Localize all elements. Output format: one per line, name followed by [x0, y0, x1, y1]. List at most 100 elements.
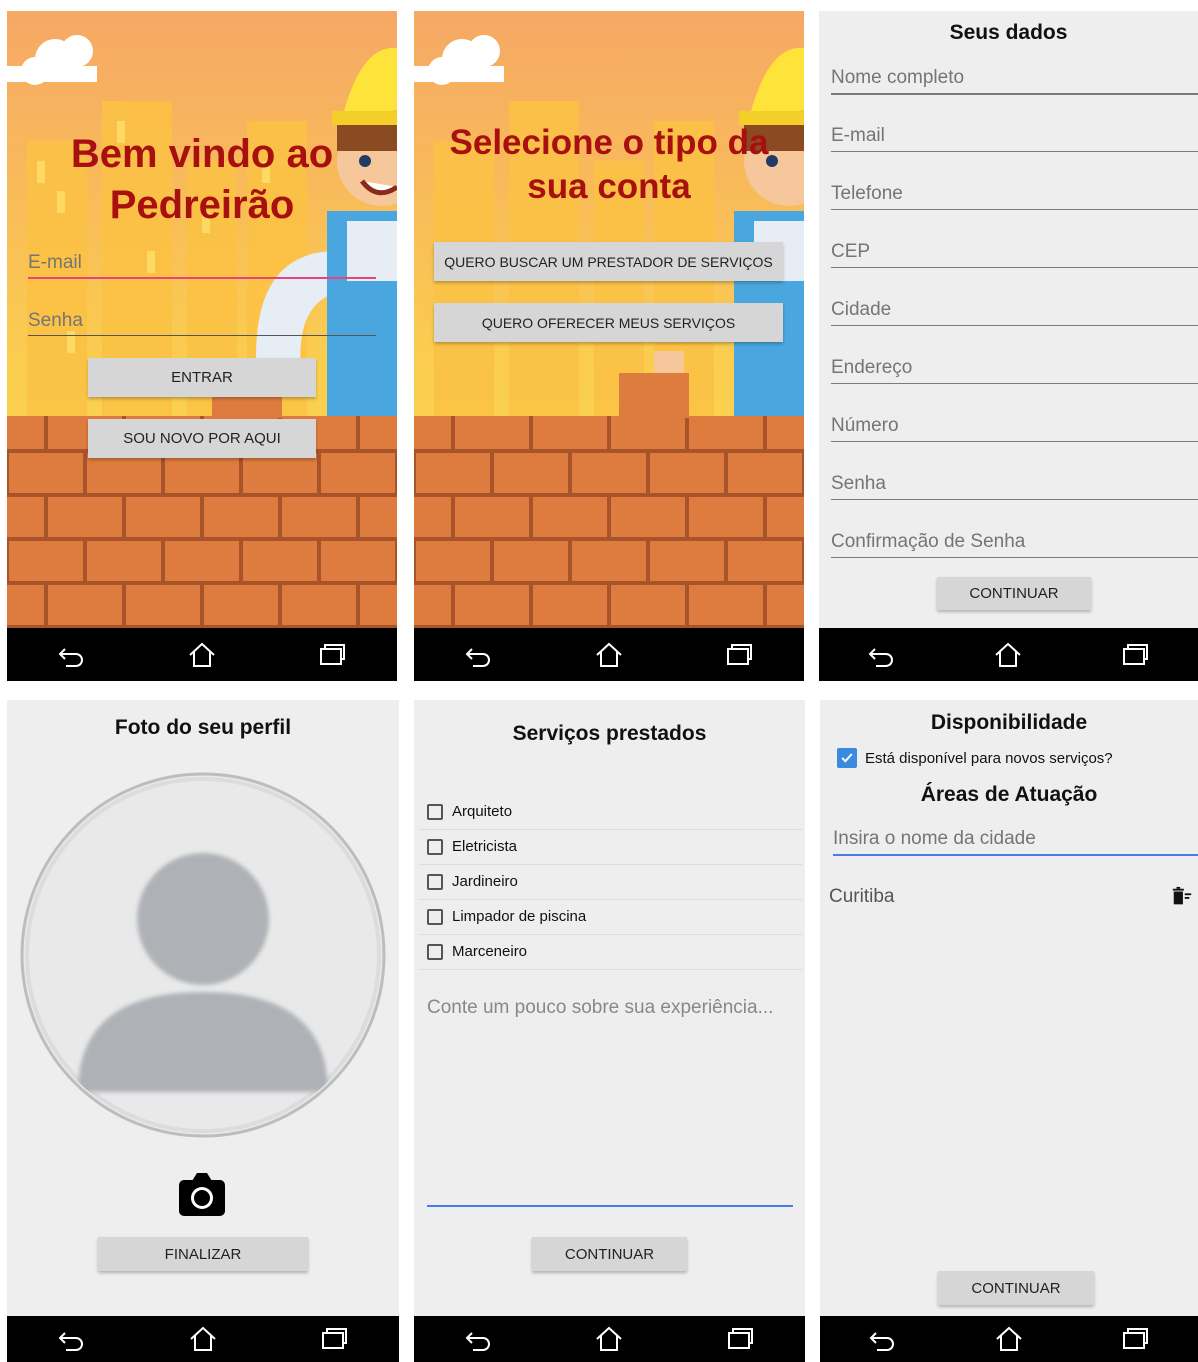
system-nav-bar — [820, 1316, 1198, 1362]
areas-title: Áreas de Atuação — [920, 783, 1098, 806]
nav-recents-button[interactable] — [314, 1319, 354, 1359]
email-field[interactable] — [28, 249, 376, 279]
city-underline — [831, 325, 1198, 326]
nav-home-button[interactable] — [182, 635, 222, 675]
email-input[interactable] — [831, 121, 1198, 151]
delete-city-button[interactable] — [1168, 883, 1196, 911]
service-option-pool-cleaner[interactable]: Limpador de piscina — [419, 899, 802, 935]
password-input[interactable] — [28, 307, 376, 335]
recents-icon — [1122, 643, 1148, 665]
city-name: Curitiba — [829, 886, 895, 907]
service-option-gardener[interactable]: Jardineiro — [419, 864, 802, 900]
service-option-architect[interactable]: Arquiteto — [419, 794, 802, 830]
password-field[interactable] — [831, 469, 1198, 500]
service-checkbox[interactable] — [427, 908, 443, 925]
city-search-input[interactable] — [833, 824, 1198, 854]
password-input[interactable] — [831, 469, 1198, 499]
availability-screen: Disponibilidade Está disponível para nov… — [820, 700, 1198, 1362]
password-confirm-input[interactable] — [831, 527, 1198, 557]
checkmark-icon — [841, 753, 853, 763]
city-search-underline — [833, 854, 1198, 856]
cep-field[interactable] — [831, 237, 1198, 268]
phone-input[interactable] — [831, 179, 1198, 209]
nav-recents-button[interactable] — [1115, 1319, 1155, 1359]
nav-back-button[interactable] — [52, 1319, 92, 1359]
nav-recents-button[interactable] — [719, 635, 759, 675]
nav-back-button[interactable] — [52, 635, 92, 675]
login-screen: Bem vindo ao Pedreirão ENTRAR SOU NOVO P… — [7, 11, 397, 681]
avatar-placeholder[interactable] — [20, 772, 386, 1138]
offer-services-button[interactable]: QUERO OFERECER MEUS SERVIÇOS — [434, 303, 783, 342]
new-user-button[interactable]: SOU NOVO POR AQUI — [88, 419, 316, 458]
account-type-screen: Selecione o tipo da sua conta QUERO BUSC… — [414, 11, 804, 681]
your-data-title: Seus dados — [949, 21, 1068, 44]
enter-button[interactable]: ENTRAR — [88, 358, 316, 397]
search-provider-button[interactable]: QUERO BUSCAR UM PRESTADOR DE SERVIÇOS — [434, 242, 783, 281]
continue-button[interactable]: CONTINUAR — [532, 1237, 687, 1271]
profile-photo-screen: Foto do seu perfil FINALIZAR — [7, 700, 399, 1362]
service-option-electrician[interactable]: Eletricista — [419, 829, 802, 865]
system-nav-bar — [7, 1316, 399, 1362]
system-nav-bar — [414, 1316, 805, 1362]
email-field[interactable] — [831, 121, 1198, 152]
service-label: Eletricista — [452, 838, 518, 855]
nav-recents-button[interactable] — [312, 635, 352, 675]
phone-field[interactable] — [831, 179, 1198, 210]
services-screen: Serviços prestados Arquiteto Eletricista… — [414, 700, 805, 1362]
email-underline — [831, 151, 1198, 152]
password-confirm-field[interactable] — [831, 527, 1198, 558]
address-field[interactable] — [831, 353, 1198, 384]
nav-recents-button[interactable] — [1115, 635, 1155, 675]
full-name-field[interactable] — [831, 63, 1198, 95]
experience-underline — [427, 1205, 793, 1207]
cep-input[interactable] — [831, 237, 1198, 267]
nav-home-button[interactable] — [183, 1319, 223, 1359]
city-search-field[interactable] — [833, 824, 1198, 856]
phone-underline — [831, 209, 1198, 210]
nav-back-button[interactable] — [862, 635, 902, 675]
password-underline — [28, 335, 376, 336]
welcome-title: Bem vindo ao Pedreirão — [7, 129, 397, 231]
nav-recents-button[interactable] — [720, 1319, 760, 1359]
nav-home-button[interactable] — [989, 1319, 1029, 1359]
available-checkbox[interactable] — [837, 748, 857, 768]
password-underline — [831, 499, 1198, 500]
nav-back-button[interactable] — [459, 1319, 499, 1359]
full-name-input[interactable] — [831, 63, 1198, 93]
back-arrow-icon — [869, 1332, 894, 1351]
continue-button[interactable]: CONTINUAR — [938, 1271, 1094, 1305]
service-checkbox[interactable] — [427, 803, 443, 820]
cep-underline — [831, 267, 1198, 268]
services-title: Serviços prestados — [512, 722, 707, 745]
continue-button[interactable]: CONTINUAR — [937, 577, 1091, 610]
service-checkbox[interactable] — [427, 873, 443, 890]
back-arrow-icon — [58, 647, 83, 667]
service-checkbox[interactable] — [427, 838, 443, 855]
finish-button[interactable]: FINALIZAR — [98, 1237, 308, 1271]
available-toggle[interactable]: Está disponível para novos serviços? — [837, 748, 1113, 768]
nav-back-button[interactable] — [459, 635, 499, 675]
service-option-carpenter[interactable]: Marceneiro — [419, 934, 802, 970]
service-checkbox[interactable] — [427, 943, 443, 960]
address-input[interactable] — [831, 353, 1198, 383]
number-input[interactable] — [831, 411, 1198, 441]
account-type-title-line1: Selecione o tipo da — [449, 123, 769, 162]
city-input[interactable] — [831, 295, 1198, 325]
nav-back-button[interactable] — [863, 1319, 903, 1359]
recents-icon — [321, 1328, 347, 1349]
welcome-title-line2: Pedreirão — [109, 183, 295, 227]
experience-textarea[interactable]: Conte um pouco sobre sua experiência... — [427, 997, 793, 1207]
password-field[interactable] — [28, 307, 376, 336]
camera-button[interactable] — [178, 1172, 226, 1218]
service-label: Limpador de piscina — [452, 908, 587, 925]
available-label: Está disponível para novos serviços? — [865, 749, 1113, 767]
nav-home-button[interactable] — [589, 635, 629, 675]
email-input[interactable] — [28, 249, 376, 277]
home-icon — [996, 1326, 1022, 1351]
number-field[interactable] — [831, 411, 1198, 442]
delete-list-icon — [1172, 886, 1192, 905]
nav-home-button[interactable] — [589, 1319, 629, 1359]
city-field[interactable] — [831, 295, 1198, 326]
back-arrow-icon — [465, 1332, 491, 1351]
nav-home-button[interactable] — [988, 635, 1028, 675]
